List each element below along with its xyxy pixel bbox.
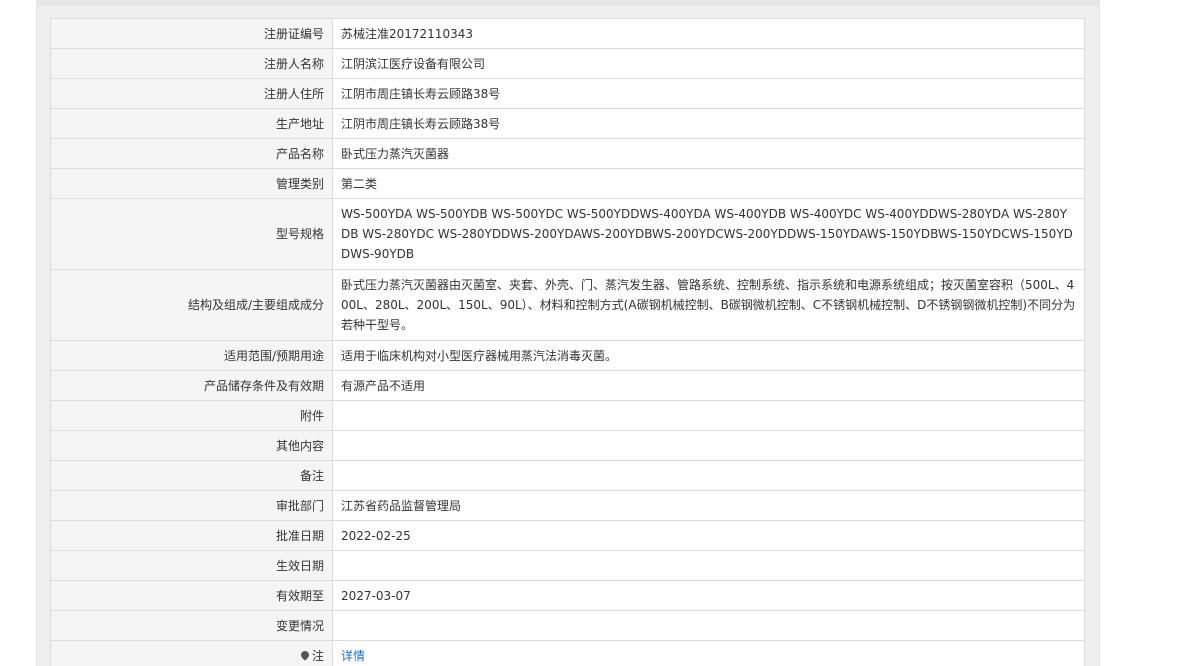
row-label: 适用范围/预期用途 bbox=[50, 340, 333, 371]
row-label-note: 注 bbox=[50, 640, 333, 666]
table-row-registrant-name: 注册人名称 江阴滨江医疗设备有限公司 bbox=[50, 48, 1085, 79]
top-bar bbox=[36, 0, 1100, 6]
row-value: 第二类 bbox=[332, 168, 1085, 199]
row-value: 2027-03-07 bbox=[332, 580, 1085, 611]
row-label: 批准日期 bbox=[50, 520, 333, 551]
table-row-registrant-address: 注册人住所 江阴市周庄镇长寿云顾路38号 bbox=[50, 78, 1085, 109]
row-value: 详情 bbox=[332, 640, 1085, 666]
table-row-approval-department: 审批部门 江苏省药品监督管理局 bbox=[50, 490, 1085, 521]
row-value bbox=[332, 430, 1085, 461]
row-label: 生效日期 bbox=[50, 550, 333, 581]
row-value: 江阴滨江医疗设备有限公司 bbox=[332, 48, 1085, 79]
row-value bbox=[332, 460, 1085, 491]
registration-detail-table: 注册证编号 苏械注准20172110343 注册人名称 江阴滨江医疗设备有限公司… bbox=[50, 18, 1085, 666]
row-value: 适用于临床机构对小型医疗器械用蒸汽法消毒灭菌。 bbox=[332, 340, 1085, 371]
table-row-remarks: 备注 bbox=[50, 460, 1085, 491]
table-row-model-spec: 型号规格 WS-500YDA WS-500YDB WS-500YDC WS-50… bbox=[50, 198, 1085, 270]
row-label: 注册证编号 bbox=[50, 18, 333, 49]
row-label: 审批部门 bbox=[50, 490, 333, 521]
details-link[interactable]: 详情 bbox=[341, 649, 365, 663]
row-value bbox=[332, 610, 1085, 641]
row-value: 江苏省药品监督管理局 bbox=[332, 490, 1085, 521]
row-value bbox=[332, 400, 1085, 431]
row-label: 结构及组成/主要组成成分 bbox=[50, 269, 333, 341]
table-row-intended-use: 适用范围/预期用途 适用于临床机构对小型医疗器械用蒸汽法消毒灭菌。 bbox=[50, 340, 1085, 371]
row-label: 其他内容 bbox=[50, 430, 333, 461]
row-value: 江阴市周庄镇长寿云顾路38号 bbox=[332, 78, 1085, 109]
row-value: 卧式压力蒸汽灭菌器由灭菌室、夹套、外壳、门、蒸汽发生器、管路系统、控制系统、指示… bbox=[332, 269, 1085, 341]
row-label: 注册人住所 bbox=[50, 78, 333, 109]
table-row-production-address: 生产地址 江阴市周庄镇长寿云顾路38号 bbox=[50, 108, 1085, 139]
table-row-valid-until: 有效期至 2027-03-07 bbox=[50, 580, 1085, 611]
table-row-storage-validity: 产品储存条件及有效期 有源产品不适用 bbox=[50, 370, 1085, 401]
row-value bbox=[332, 550, 1085, 581]
row-label: 型号规格 bbox=[50, 198, 333, 270]
table-row-product-name: 产品名称 卧式压力蒸汽灭菌器 bbox=[50, 138, 1085, 169]
note-label: 注 bbox=[311, 648, 324, 663]
row-value: 卧式压力蒸汽灭菌器 bbox=[332, 138, 1085, 169]
table-row-management-category: 管理类别 第二类 bbox=[50, 168, 1085, 199]
row-value: 江阴市周庄镇长寿云顾路38号 bbox=[332, 108, 1085, 139]
row-value: WS-500YDA WS-500YDB WS-500YDC WS-500YDDW… bbox=[332, 198, 1085, 270]
table-row-note: 注 详情 bbox=[50, 640, 1085, 666]
row-label: 附件 bbox=[50, 400, 333, 431]
row-label: 有效期至 bbox=[50, 580, 333, 611]
table-row-registration-number: 注册证编号 苏械注准20172110343 bbox=[50, 18, 1085, 49]
row-label: 产品名称 bbox=[50, 138, 333, 169]
row-value: 2022-02-25 bbox=[332, 520, 1085, 551]
row-value: 有源产品不适用 bbox=[332, 370, 1085, 401]
page: 注册证编号 苏械注准20172110343 注册人名称 江阴滨江医疗设备有限公司… bbox=[0, 0, 1200, 666]
row-label: 管理类别 bbox=[50, 168, 333, 199]
table-row-effective-date: 生效日期 bbox=[50, 550, 1085, 581]
row-label: 产品储存条件及有效期 bbox=[50, 370, 333, 401]
table-row-attachment: 附件 bbox=[50, 400, 1085, 431]
table-row-other-content: 其他内容 bbox=[50, 430, 1085, 461]
row-value: 苏械注准20172110343 bbox=[332, 18, 1085, 49]
table-row-approval-date: 批准日期 2022-02-25 bbox=[50, 520, 1085, 551]
table-row-change-status: 变更情况 bbox=[50, 610, 1085, 641]
row-label: 生产地址 bbox=[50, 108, 333, 139]
row-label: 注册人名称 bbox=[50, 48, 333, 79]
row-label: 备注 bbox=[50, 460, 333, 491]
row-label: 变更情况 bbox=[50, 610, 333, 641]
table-row-structure-composition: 结构及组成/主要组成成分 卧式压力蒸汽灭菌器由灭菌室、夹套、外壳、门、蒸汽发生器… bbox=[50, 269, 1085, 341]
pin-icon bbox=[299, 648, 311, 661]
